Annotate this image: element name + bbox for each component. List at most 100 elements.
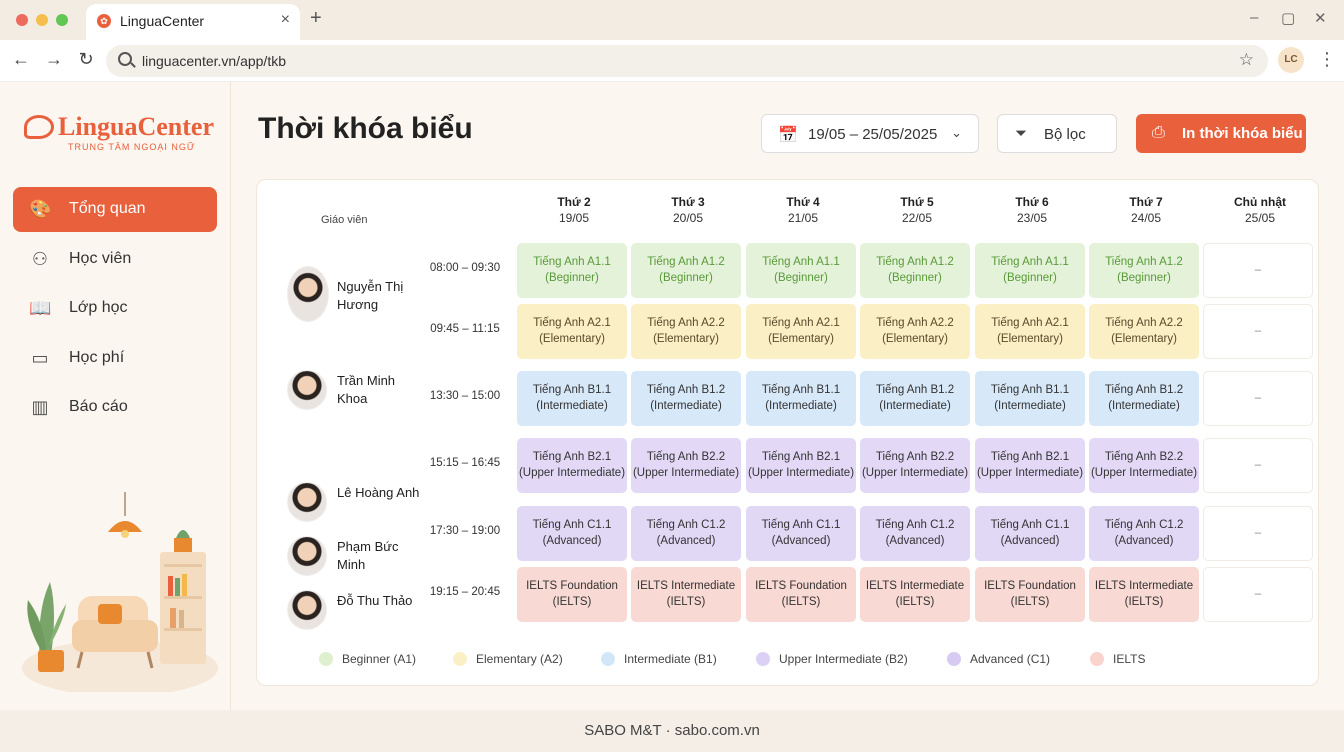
class-slot[interactable]: Tiếng Anh A2.1 (Elementary): [975, 304, 1085, 359]
class-slot[interactable]: IELTS Intermediate (IELTS): [631, 567, 741, 622]
teacher-tran-minh-khoa[interactable]: Trần Minh Khoa: [287, 370, 427, 410]
class-slot[interactable]: Tiếng Anh C1.1 (Advanced): [975, 506, 1085, 561]
class-slot[interactable]: IELTS Intermediate (IELTS): [1089, 567, 1199, 622]
class-slot[interactable]: Tiếng Anh C1.1 (Advanced): [517, 506, 627, 561]
class-level: (Beginner): [659, 272, 713, 284]
legend-label: IELTS: [1113, 652, 1146, 666]
avatar: [287, 370, 327, 410]
teacher-pham-buc-minh[interactable]: Phạm Bức Minh: [287, 536, 427, 576]
class-level: (Beginner): [774, 272, 828, 284]
bookmark-star-icon[interactable]: ☆: [1239, 50, 1254, 70]
class-slot[interactable]: Tiếng Anh A2.2 (Elementary): [860, 304, 970, 359]
sidebar-item-label: Học viên: [69, 250, 132, 267]
class-slot[interactable]: Tiếng Anh A1.2 (Beginner): [1089, 243, 1199, 298]
date-range-picker[interactable]: 📅 19/05 – 25/05/2025 ⌄: [761, 114, 979, 153]
filter-button[interactable]: ⏷ Bộ lọc: [997, 114, 1117, 153]
class-slot[interactable]: Tiếng Anh C1.2 (Advanced): [631, 506, 741, 561]
back-icon[interactable]: ←: [10, 49, 32, 70]
class-slot[interactable]: Tiếng Anh A2.1 (Elementary): [517, 304, 627, 359]
legend-label: Upper Intermediate (B2): [779, 652, 908, 666]
class-slot[interactable]: IELTS Intermediate (IELTS): [860, 567, 970, 622]
class-slot[interactable]: Tiếng Anh B1.1 (Intermediate): [517, 371, 627, 426]
empty-sunday-slot[interactable]: –: [1203, 438, 1313, 493]
window-close-dot[interactable]: [16, 14, 28, 26]
class-slot[interactable]: Tiếng Anh B2.2 (Upper Intermediate): [860, 438, 970, 493]
legend-label: Elementary (A2): [476, 652, 563, 666]
sidebar-item-tong-quan[interactable]: 🎨 Tổng quan: [13, 187, 217, 232]
legend-swatch: [601, 652, 615, 666]
class-slot[interactable]: IELTS Foundation (IELTS): [746, 567, 856, 622]
class-name: Tiếng Anh B2.2: [1104, 451, 1184, 463]
teacher-do-thu-thao[interactable]: Đỗ Thu Thảo: [287, 590, 427, 630]
sidebar-item-hoc-phi[interactable]: ▭ Học phí: [13, 336, 217, 381]
time-slot-label: 19:15 – 20:45: [429, 586, 501, 598]
class-slot[interactable]: IELTS Foundation (IELTS): [975, 567, 1085, 622]
class-slot[interactable]: Tiếng Anh A2.1 (Elementary): [746, 304, 856, 359]
class-slot[interactable]: Tiếng Anh B1.2 (Intermediate): [631, 371, 741, 426]
class-slot[interactable]: Tiếng Anh B1.2 (Intermediate): [1089, 371, 1199, 426]
class-name: Tiếng Anh B1.2: [646, 384, 726, 396]
sidebar-item-hoc-vien[interactable]: ⚇ Học viên: [13, 237, 217, 282]
new-tab-icon[interactable]: +: [310, 7, 322, 30]
class-slot[interactable]: Tiếng Anh A1.1 (Beginner): [746, 243, 856, 298]
class-level: (Elementary): [1111, 333, 1177, 345]
close-window-icon[interactable]: ✕: [1314, 9, 1327, 27]
print-schedule-button[interactable]: ⎙ In thời khóa biểu: [1136, 114, 1306, 153]
empty-sunday-slot[interactable]: –: [1203, 371, 1313, 426]
browser-menu-icon[interactable]: ⋮: [1318, 49, 1336, 70]
sidebar-item-label: Tổng quan: [69, 200, 146, 217]
class-slot[interactable]: Tiếng Anh A1.2 (Beginner): [860, 243, 970, 298]
class-slot[interactable]: Tiếng Anh B1.2 (Intermediate): [860, 371, 970, 426]
class-slot[interactable]: Tiếng Anh A1.1 (Beginner): [975, 243, 1085, 298]
class-slot[interactable]: Tiếng Anh B1.1 (Intermediate): [975, 371, 1085, 426]
forward-icon[interactable]: →: [43, 49, 65, 70]
teacher-nguyen-thi-huong[interactable]: Nguyễn Thị Hương: [287, 264, 427, 324]
browser-tab[interactable]: ✿ LinguaCenter ×: [86, 4, 300, 40]
empty-sunday-slot[interactable]: –: [1203, 567, 1313, 622]
sidebar-item-bao-cao[interactable]: ▥ Báo cáo: [13, 385, 217, 430]
empty-sunday-slot[interactable]: –: [1203, 304, 1313, 359]
class-level: (IELTS): [666, 596, 706, 608]
class-slot[interactable]: Tiếng Anh B2.1 (Upper Intermediate): [746, 438, 856, 493]
class-name: Tiếng Anh A2.1: [533, 317, 611, 329]
class-slot[interactable]: Tiếng Anh A1.1 (Beginner): [517, 243, 627, 298]
teacher-le-hoang-anh[interactable]: Lê Hoàng Anh: [287, 482, 427, 522]
window-minimize-dot[interactable]: [36, 14, 48, 26]
legend-item: Upper Intermediate (B2): [756, 652, 908, 666]
class-slot[interactable]: Tiếng Anh B1.1 (Intermediate): [746, 371, 856, 426]
class-name: IELTS Intermediate: [1094, 580, 1194, 592]
brand-name: LinguaCenter: [58, 112, 214, 141]
class-slot[interactable]: Tiếng Anh A2.2 (Elementary): [631, 304, 741, 359]
class-slot[interactable]: Tiếng Anh C1.2 (Advanced): [1089, 506, 1199, 561]
class-slot[interactable]: Tiếng Anh A1.2 (Beginner): [631, 243, 741, 298]
address-bar[interactable]: linguacenter.vn/app/tkb ☆: [106, 45, 1268, 77]
empty-sunday-slot[interactable]: –: [1203, 243, 1313, 298]
tab-close-icon[interactable]: ×: [281, 11, 290, 29]
minimize-icon[interactable]: –: [1250, 9, 1258, 26]
class-slot[interactable]: Tiếng Anh B2.2 (Upper Intermediate): [631, 438, 741, 493]
class-name: Tiếng Anh A2.2: [876, 317, 954, 329]
window-zoom-dot[interactable]: [56, 14, 68, 26]
class-level: (Upper Intermediate): [518, 467, 626, 479]
restore-icon[interactable]: ▢: [1281, 9, 1295, 27]
class-slot[interactable]: Tiếng Anh C1.2 (Advanced): [860, 506, 970, 561]
date-range-label: 19/05 – 25/05/2025: [808, 126, 938, 143]
search-icon: [118, 52, 132, 66]
day-column-header: Thứ 4 21/05: [747, 195, 859, 225]
avatar: [287, 266, 329, 322]
class-level: (Advanced): [771, 535, 831, 547]
sidebar: LinguaCenter TRUNG TÂM NGOẠI NGỮ 🎨 Tổng …: [0, 82, 231, 710]
class-slot[interactable]: Tiếng Anh B2.1 (Upper Intermediate): [517, 438, 627, 493]
class-slot[interactable]: Tiếng Anh B2.1 (Upper Intermediate): [975, 438, 1085, 493]
class-slot[interactable]: IELTS Foundation (IELTS): [517, 567, 627, 622]
class-slot[interactable]: Tiếng Anh A2.2 (Elementary): [1089, 304, 1199, 359]
sidebar-item-lop-hoc[interactable]: 📖 Lớp học: [13, 286, 217, 331]
class-name: IELTS Intermediate: [636, 580, 736, 592]
class-slot[interactable]: Tiếng Anh C1.1 (Advanced): [746, 506, 856, 561]
class-name: Tiếng Anh B1.1: [990, 384, 1070, 396]
class-slot[interactable]: Tiếng Anh B2.2 (Upper Intermediate): [1089, 438, 1199, 493]
reload-icon[interactable]: ↻: [75, 49, 97, 70]
filter-label: Bộ lọc: [1044, 126, 1086, 143]
empty-sunday-slot[interactable]: –: [1203, 506, 1313, 561]
profile-avatar[interactable]: LC: [1278, 47, 1304, 73]
